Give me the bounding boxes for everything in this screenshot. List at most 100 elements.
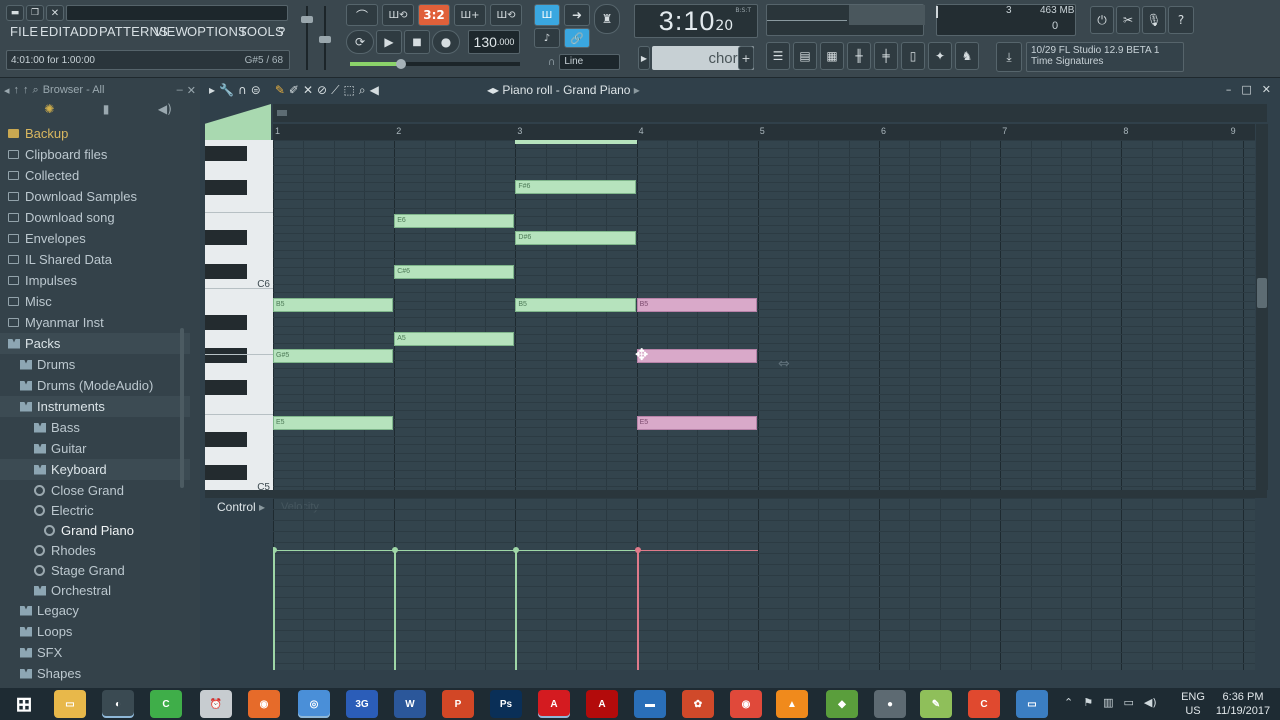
browser-audio-tab-icon[interactable]: ◀)	[158, 102, 172, 120]
browser-item-il-shared-data[interactable]: IL Shared Data	[0, 249, 190, 270]
word-icon[interactable]: W	[394, 690, 426, 718]
photoshop-icon[interactable]: Ps	[490, 690, 522, 718]
browser-all-tab-icon[interactable]: ✺	[44, 102, 54, 120]
loop-record-icon[interactable]: Ш⟲	[490, 4, 522, 26]
pr-close-icon[interactable]: ✕	[1262, 83, 1271, 96]
channel-rack-icon[interactable]: ▦	[820, 42, 844, 70]
browser-item-packs[interactable]: Packs	[0, 333, 190, 354]
menu-add[interactable]: ADD	[70, 24, 98, 44]
performance-icon[interactable]: ♞	[955, 42, 979, 70]
microphone-icon[interactable]: 🎙	[1142, 6, 1166, 34]
playlist-icon[interactable]: ☰	[766, 42, 790, 70]
velocity-bar[interactable]	[394, 550, 397, 670]
velocity-bar[interactable]	[273, 550, 275, 670]
acrobat-icon[interactable]: A	[538, 690, 570, 718]
stop-icon[interactable]: ■	[404, 30, 430, 54]
splitter[interactable]	[205, 490, 1267, 498]
browser-item-impulses[interactable]: Impulses	[0, 270, 190, 291]
mixer-icon[interactable]: ╫	[847, 42, 871, 70]
record-icon[interactable]: ●	[432, 30, 460, 54]
black-key[interactable]	[205, 315, 247, 330]
control-label[interactable]: Control ▸	[217, 500, 265, 514]
snap-selector[interactable]: ∩ Line	[548, 53, 620, 71]
note-partial[interactable]	[515, 140, 637, 144]
browser-item-bass[interactable]: Bass	[0, 417, 190, 438]
paint-icon[interactable]: ✐	[289, 83, 299, 98]
black-key[interactable]	[205, 348, 247, 363]
browser-item-guitar[interactable]: Guitar	[0, 438, 190, 459]
timeline-ruler[interactable]: 1 2 3 4 5 6 7 8 9	[273, 124, 1255, 140]
mixer-alt-icon[interactable]: ╪	[874, 42, 898, 70]
pr-maximize-icon[interactable]: □	[1241, 83, 1251, 96]
black-key[interactable]	[205, 180, 247, 195]
note[interactable]: A5	[394, 332, 515, 346]
alarm-icon[interactable]: ⏰	[200, 690, 232, 718]
step-edit-icon[interactable]: Ш+	[454, 4, 486, 26]
note-grid[interactable]: F#6 E6 D#6 C#6 B5 B5 B5 A5 G#5 E5 E5	[273, 140, 1255, 490]
tray-expand-icon[interactable]: ⌃	[1064, 696, 1073, 709]
start-icon[interactable]: ⊞	[8, 690, 40, 718]
notepad-icon[interactable]: ✎	[920, 690, 952, 718]
browser-item-myanmar-inst[interactable]: Myanmar Inst	[0, 312, 190, 333]
blend-notes-icon[interactable]: ♪	[534, 28, 560, 48]
browser-search-icon[interactable]: ⌕	[33, 84, 39, 97]
flag-icon[interactable]: ⚑	[1083, 696, 1093, 709]
metronome-icon[interactable]: ⌒	[346, 4, 378, 26]
browser-item-collected[interactable]: Collected	[0, 165, 190, 186]
piano-roll-icon[interactable]: ▤	[793, 42, 817, 70]
metronome-bell-icon[interactable]: ♜	[594, 4, 620, 34]
new-file-icon[interactable]: ▯	[901, 42, 925, 70]
velocity-handle[interactable]	[634, 547, 641, 553]
piano-roll-title-wrap[interactable]: ◂▸ Piano roll - Grand Piano ▸	[487, 83, 640, 97]
note[interactable]: F#6	[515, 180, 636, 194]
magnet-snap-icon[interactable]: ∩	[238, 83, 247, 98]
browser-item-loops[interactable]: Loops	[0, 621, 190, 642]
note[interactable]: G#5	[273, 349, 394, 363]
browser-item-drums-modeaudio[interactable]: Drums (ModeAudio)	[0, 375, 190, 396]
clock[interactable]: 6:36 PM 11/19/2017	[1212, 690, 1274, 718]
powerpoint-icon[interactable]: P	[442, 690, 474, 718]
menu-file[interactable]: FILE	[10, 24, 38, 44]
media-icon[interactable]: ▬	[634, 690, 666, 718]
menu-view[interactable]: VIEW	[154, 24, 188, 44]
pattern-song-toggle[interactable]: 3:2	[418, 4, 450, 26]
vertical-scroll-thumb[interactable]	[1257, 278, 1267, 308]
note[interactable]: C#6	[394, 265, 515, 279]
battery-icon[interactable]: ▭	[1124, 696, 1134, 709]
download-icon[interactable]: ⤓	[996, 42, 1022, 72]
acrobat-dc-icon[interactable]: A	[586, 690, 618, 718]
black-key[interactable]	[205, 465, 247, 480]
note-selected[interactable]	[636, 349, 757, 363]
chrome-icon[interactable]: ◎	[298, 690, 330, 718]
minimize-icon[interactable]: ▬	[6, 5, 24, 21]
browser-item-download-song[interactable]: Download song	[0, 207, 190, 228]
black-key[interactable]	[205, 432, 247, 447]
browser-files-tab-icon[interactable]: ▮	[103, 102, 110, 120]
black-key[interactable]	[205, 264, 247, 279]
speaker-icon[interactable]: ◀	[370, 83, 379, 98]
zoom-icon[interactable]: ⌕	[359, 83, 366, 98]
position-slider[interactable]	[350, 59, 520, 69]
mute-icon[interactable]: ⊘	[317, 83, 327, 98]
camtasia-red-icon[interactable]: C	[968, 690, 1000, 718]
select-icon[interactable]: ⬚	[344, 83, 355, 98]
windows-app-icon[interactable]: ▭	[1016, 690, 1048, 718]
prev-pattern-icon[interactable]: ▶	[638, 46, 650, 70]
browser-item-legacy[interactable]: Legacy	[0, 600, 190, 621]
master-pitch-slider[interactable]	[318, 6, 332, 70]
browser-item-shapes[interactable]: Shapes	[0, 663, 190, 684]
slice-icon[interactable]: ⟋	[331, 83, 339, 98]
pencil-icon[interactable]: ✎	[275, 83, 285, 98]
note[interactable]: B5	[515, 298, 636, 312]
play-icon[interactable]: ▶	[376, 30, 402, 54]
network-icon[interactable]: ▥	[1103, 696, 1113, 709]
vertical-scrollbar[interactable]	[1256, 124, 1268, 490]
black-key[interactable]	[205, 146, 247, 161]
fl-studio-icon[interactable]: ◐	[102, 690, 134, 718]
wrench-icon[interactable]: 🔧	[219, 83, 234, 98]
browser-item-clipboard-files[interactable]: Clipboard files	[0, 144, 190, 165]
browser-item-rhodes[interactable]: Rhodes	[0, 540, 190, 561]
cpu-toggle-icon[interactable]: ⏻	[1090, 6, 1114, 34]
browser-item-stage-grand[interactable]: Stage Grand	[0, 560, 190, 581]
help-icon[interactable]: ?	[1168, 6, 1194, 34]
